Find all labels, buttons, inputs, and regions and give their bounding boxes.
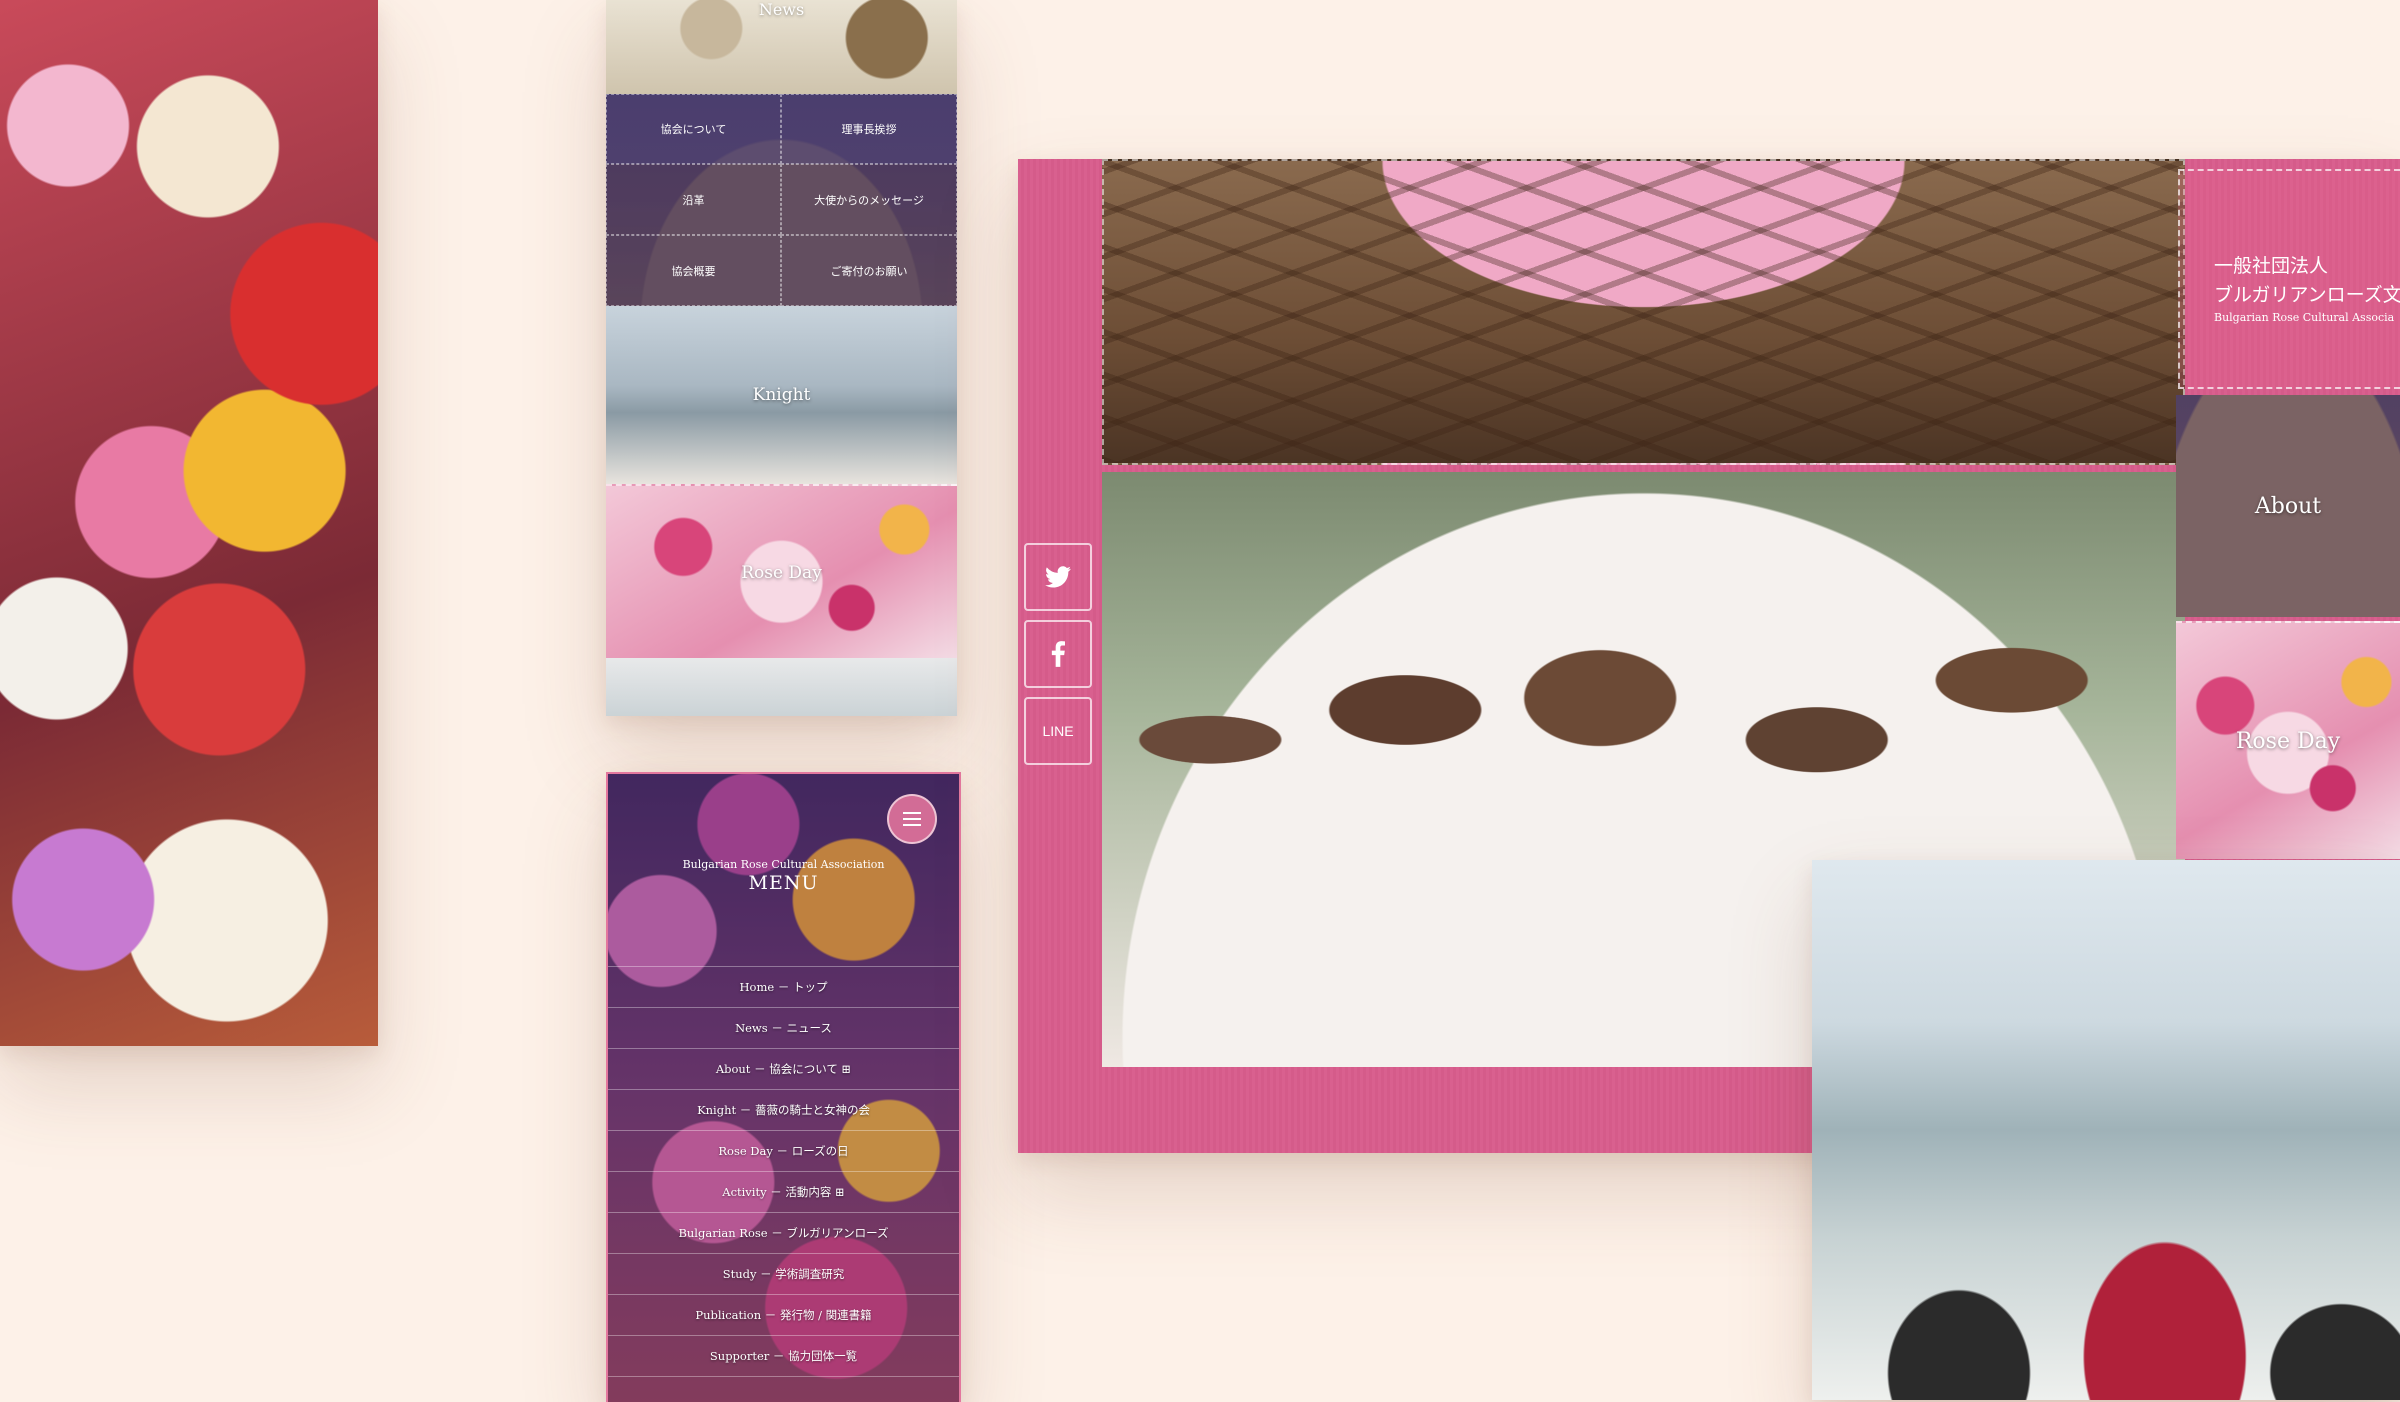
mountain-tile[interactable]	[606, 658, 957, 716]
menu-item-roseday[interactable]: Rose Day － ローズの日	[608, 1131, 959, 1172]
facebook-icon	[1051, 641, 1065, 667]
menu-title: MENU	[748, 872, 819, 894]
menu-item-study[interactable]: Study － 学術調査研究	[608, 1254, 959, 1295]
knight-tile[interactable]: Knight	[606, 306, 957, 484]
basket-photo	[1102, 159, 2185, 465]
menu-item-activity[interactable]: Activity － 活動内容 ⊞	[608, 1172, 959, 1213]
menu-item-knight[interactable]: Knight － 薔薇の騎士と女神の会	[608, 1090, 959, 1131]
roseday-side-tile[interactable]: Rose Day	[2176, 621, 2400, 859]
hamburger-icon	[903, 812, 921, 826]
org-title-english: Bulgarian Rose Cultural Associa	[2214, 311, 2395, 324]
dancers-photo	[1812, 860, 2400, 1400]
menu-org-name: Bulgarian Rose Cultural Association	[682, 858, 885, 871]
menu-item-about[interactable]: About － 協会について ⊞	[608, 1049, 959, 1090]
menu-item-bulgarian-rose[interactable]: Bulgarian Rose － ブルガリアンローズ	[608, 1213, 959, 1254]
grid-item-ambassador-message[interactable]: 大使からのメッセージ	[781, 164, 957, 235]
menu-item-supporter[interactable]: Supporter － 協力団体一覧	[608, 1336, 959, 1377]
twitter-share-button[interactable]	[1024, 543, 1092, 611]
org-title-line1: 一般社団法人	[2214, 255, 2329, 277]
org-title-box: 一般社団法人 ブルガリアンローズ文化 Bulgarian Rose Cultur…	[2178, 169, 2400, 389]
phone-mockup-menu: Bulgarian Rose Cultural Association MENU…	[606, 772, 961, 1402]
grid-item-history[interactable]: 沿革	[606, 164, 781, 235]
about-tile[interactable]: About	[2176, 395, 2400, 617]
grid-item-donation[interactable]: ご寄付のお願い	[781, 235, 957, 306]
menu-list: Home － トップ News － ニュース About － 協会について ⊞ …	[608, 966, 959, 1377]
news-tile[interactable]: News	[606, 0, 957, 94]
menu-toggle-button[interactable]	[887, 794, 937, 844]
facebook-share-button[interactable]	[1024, 620, 1092, 688]
roses-photo	[0, 0, 378, 1046]
line-share-button[interactable]: LINE	[1024, 697, 1092, 765]
about-submenu-grid: 協会について 理事長挨拶 沿革 大使からのメッセージ 協会概要 ご寄付のお願い	[606, 94, 957, 306]
grid-item-overview[interactable]: 協会概要	[606, 235, 781, 306]
roseday-label: Rose Day	[741, 563, 822, 583]
grid-item-about[interactable]: 協会について	[606, 94, 781, 164]
knight-label: Knight	[752, 385, 811, 405]
news-label: News	[758, 0, 805, 19]
menu-item-news[interactable]: News － ニュース	[608, 1008, 959, 1049]
phone-mockup-top: News 協会について 理事長挨拶 沿革 大使からのメッセージ 協会概要 ご寄付…	[606, 0, 957, 716]
menu-item-home[interactable]: Home － トップ	[608, 966, 959, 1008]
menu-item-publication[interactable]: Publication － 発行物 / 関連書籍	[608, 1295, 959, 1336]
grid-item-greeting[interactable]: 理事長挨拶	[781, 94, 957, 164]
about-label: About	[2254, 493, 2322, 519]
roseday-tile[interactable]: Rose Day	[606, 484, 957, 662]
org-title-line2: ブルガリアンローズ文化	[2214, 284, 2400, 306]
roseday-side-label: Rose Day	[2235, 728, 2341, 754]
twitter-icon	[1045, 566, 1071, 588]
